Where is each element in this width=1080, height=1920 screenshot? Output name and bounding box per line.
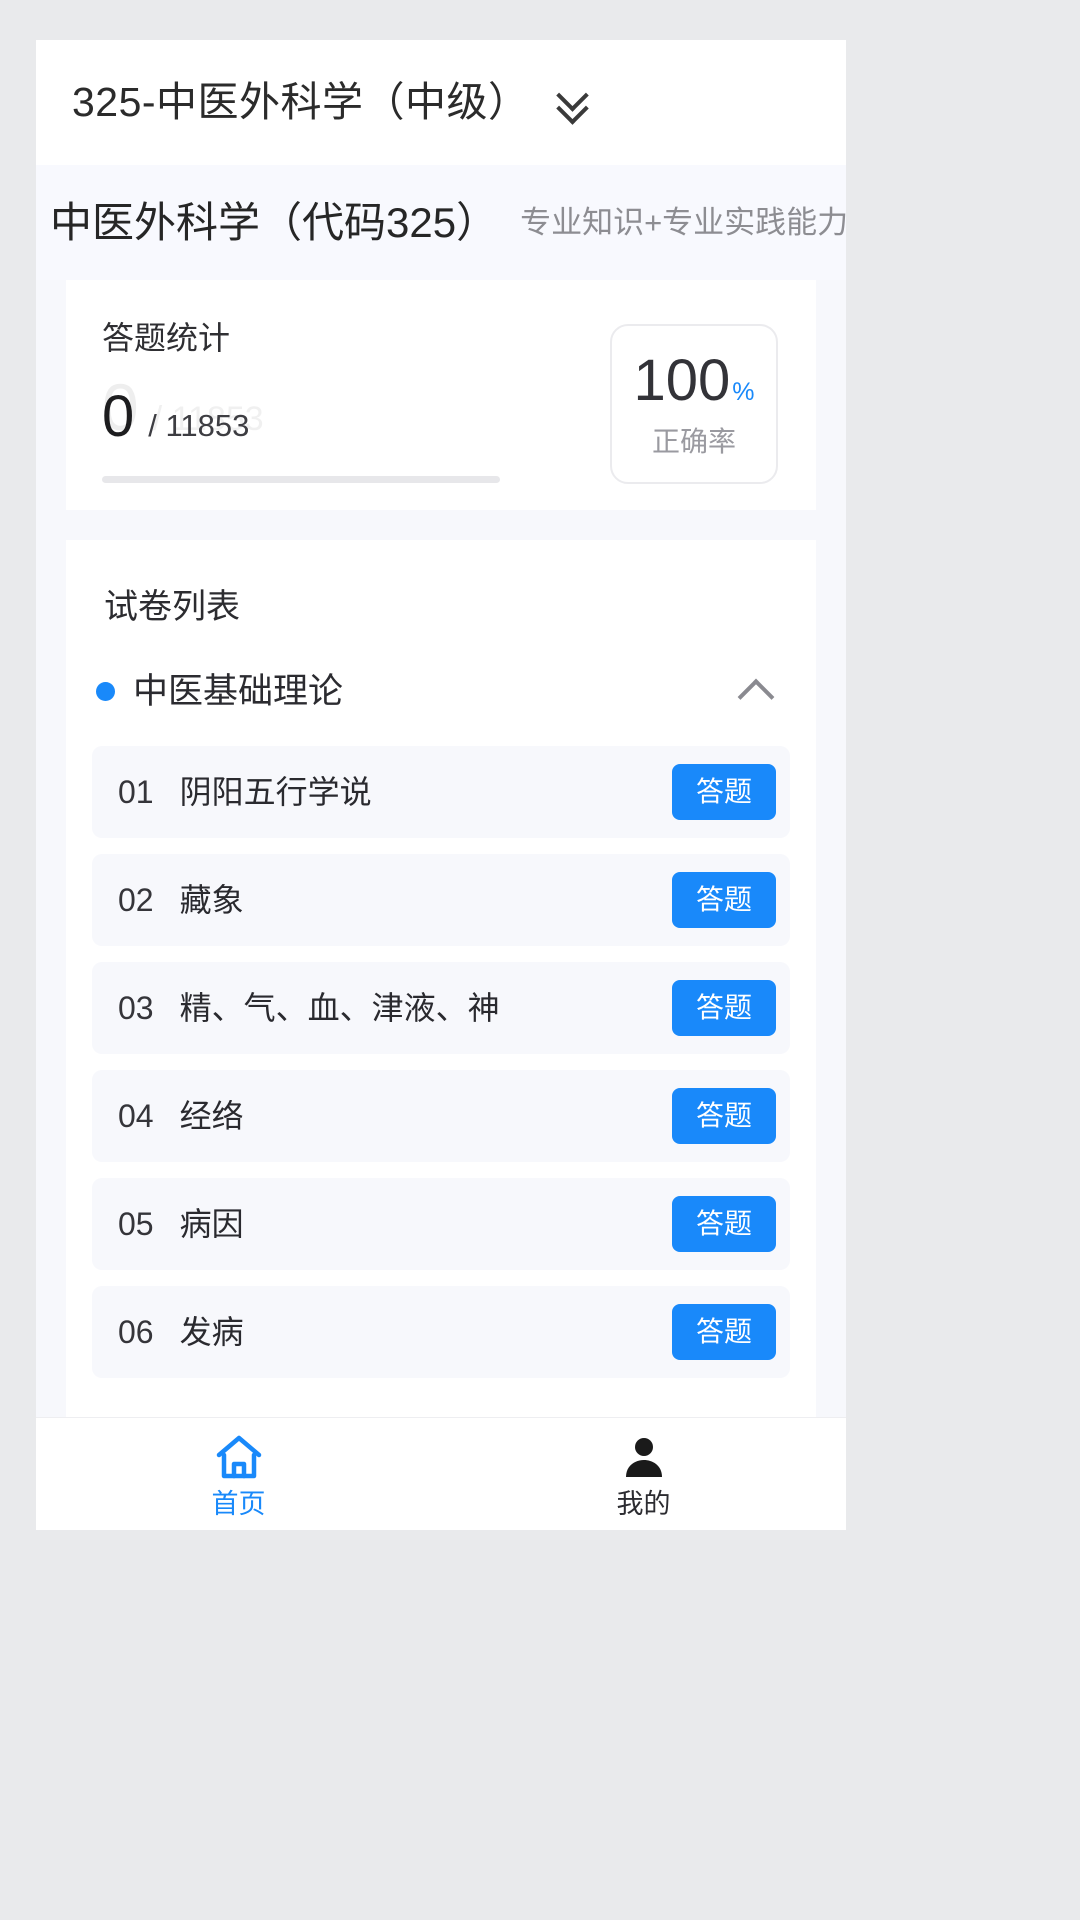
user-icon: [618, 1431, 670, 1483]
answered-counter: 0 / 11853 0 / 11853: [102, 374, 610, 450]
bottom-tab-bar: 首页 我的: [36, 1417, 846, 1530]
subject-description: 专业知识+专业实践能力: [520, 205, 846, 240]
chapter-name: 精、气、血、津液、神: [179, 992, 500, 1024]
tab-home-label: 首页: [211, 1488, 266, 1519]
tab-home[interactable]: 首页: [36, 1418, 441, 1530]
answer-button[interactable]: 答题: [672, 872, 776, 928]
answer-button[interactable]: 答题: [672, 1196, 776, 1252]
answer-button[interactable]: 答题: [672, 764, 776, 820]
tab-profile[interactable]: 我的: [441, 1418, 846, 1530]
paper-list-title: 试卷列表: [104, 588, 240, 626]
chapter-row[interactable]: 01 阴阳五行学说 答题: [92, 746, 790, 838]
stats-title: 答题统计: [102, 320, 231, 356]
stats-summary: 答题统计 0 / 11853 0 / 11853: [102, 322, 610, 483]
category-row-tcm-basics[interactable]: 中医基础理论: [92, 636, 790, 746]
total-count: / 11853: [148, 408, 250, 443]
subject-bar: 中医外科学（代码325） 专业知识+专业实践能力: [36, 165, 846, 280]
app-screen: 325-中医外科学（中级） 中医外科学（代码325） 专业知识+专业实践能力 答…: [36, 40, 846, 1530]
chapter-index: 05: [118, 1206, 154, 1242]
header-title[interactable]: 325-中医外科学（中级）: [72, 82, 530, 123]
answer-button[interactable]: 答题: [672, 1088, 776, 1144]
chapter-row[interactable]: 05 病因 答题: [92, 1178, 790, 1270]
app-header: 325-中医外科学（中级）: [36, 40, 846, 165]
tab-profile-label: 我的: [616, 1488, 671, 1519]
chapter-row[interactable]: 06 发病 答题: [92, 1286, 790, 1378]
answered-count: 0: [102, 384, 135, 449]
chevron-up-icon[interactable]: [740, 676, 770, 706]
chapter-row[interactable]: 02 藏象 答题: [92, 854, 790, 946]
chapter-index: 04: [118, 1098, 154, 1134]
chapter-index: 03: [118, 990, 154, 1026]
chapter-name: 阴阳五行学说: [179, 776, 372, 808]
category-dot-icon: [96, 681, 115, 701]
chapter-name: 藏象: [179, 884, 244, 916]
chapter-list: 01 阴阳五行学说 答题 02 藏象 答题 03 精、气、血、津液、神 答题 04 经络 答题 05 病因…: [92, 746, 790, 1378]
subject-name: 中医外科学（代码325）: [50, 198, 499, 246]
answer-button[interactable]: 答题: [672, 1304, 776, 1360]
chapter-index: 01: [118, 774, 154, 810]
chapter-name: 发病: [179, 1316, 244, 1348]
chapter-index: 02: [118, 882, 154, 918]
accuracy-box: 100 % 正确率: [610, 324, 778, 484]
chapter-name: 经络: [179, 1100, 244, 1132]
accuracy-value: 100: [633, 348, 731, 413]
double-chevron-down-icon[interactable]: [556, 86, 590, 120]
answer-button[interactable]: 答题: [672, 980, 776, 1036]
home-icon: [213, 1431, 265, 1483]
chapter-row[interactable]: 03 精、气、血、津液、神 答题: [92, 962, 790, 1054]
category-name: 中医基础理论: [133, 671, 344, 711]
chapter-index: 06: [118, 1314, 154, 1350]
accuracy-unit: %: [732, 378, 755, 406]
stats-card: 答题统计 0 / 11853 0 / 11853 100 % 正确率: [66, 280, 816, 510]
accuracy-value-row: 100 %: [633, 352, 754, 410]
chapter-row[interactable]: 04 经络 答题: [92, 1070, 790, 1162]
progress-bar: [102, 476, 500, 483]
chapter-name: 病因: [179, 1208, 244, 1240]
accuracy-label: 正确率: [651, 426, 736, 457]
paper-list-panel: 试卷列表 中医基础理论 01 阴阳五行学说 答题 02 藏象 答题 03 精、气、血、津液、神…: [66, 540, 816, 1417]
